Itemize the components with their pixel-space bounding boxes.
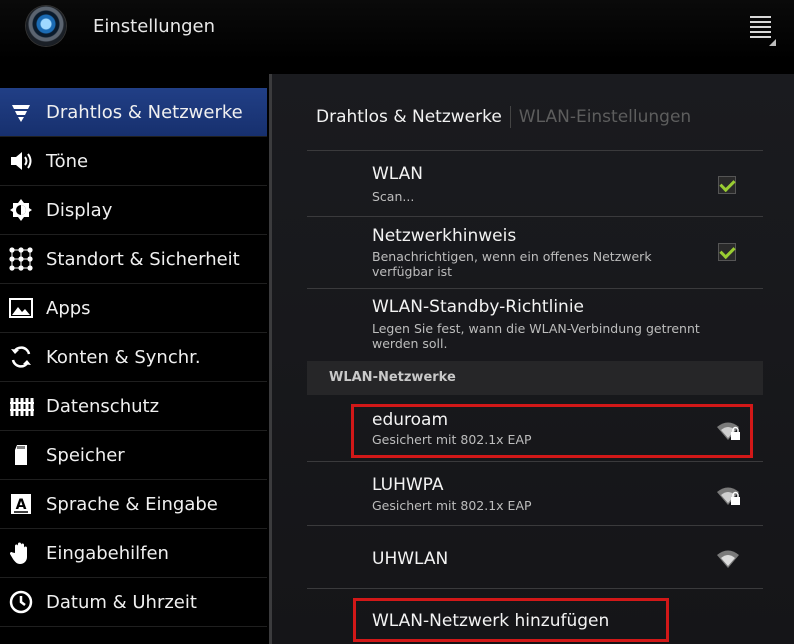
sidebar-item-label: Konten & Synchr. — [46, 346, 201, 368]
wlan-checkbox[interactable] — [718, 176, 736, 194]
sidebar-item-sounds[interactable]: Töne — [0, 137, 267, 186]
grid-dots-icon — [4, 246, 38, 272]
sidebar-item-label: Datum & Uhrzeit — [46, 591, 197, 613]
app-title: Einstellungen — [93, 16, 216, 37]
pref-title: WLAN — [372, 164, 424, 184]
sidebar-item-label: Sprache & Eingabe — [46, 493, 218, 515]
sidebar-item-label: Apps — [46, 297, 91, 319]
highlight-box — [351, 404, 753, 458]
sidebar-item-label: Display — [46, 199, 113, 221]
divider — [307, 150, 763, 151]
sidebar-item-privacy[interactable]: Datenschutz — [0, 382, 267, 431]
sidebar-item-label: Töne — [46, 150, 89, 172]
sidebar-item-accounts-sync[interactable]: Konten & Synchr. — [0, 333, 267, 382]
network-notification-checkbox[interactable] — [718, 243, 736, 261]
svg-text:A: A — [16, 497, 27, 513]
pref-summary: Legen Sie fest, wann die WLAN-Verbindung… — [372, 321, 700, 351]
divider — [307, 288, 763, 289]
divider — [307, 461, 763, 462]
sidebar-item-language-input[interactable]: A Sprache & Eingabe — [0, 480, 267, 529]
sidebar-item-accessibility[interactable]: Eingabehilfen — [0, 529, 267, 578]
overflow-menu-icon[interactable] — [750, 16, 776, 46]
divider — [307, 216, 763, 217]
pref-summary: Scan... — [372, 189, 415, 204]
sidebar-item-wireless[interactable]: Drahtlos & Netzwerke — [0, 88, 267, 137]
breadcrumb-current[interactable]: Drahtlos & Netzwerke — [316, 107, 502, 127]
settings-sidebar: Drahtlos & Netzwerke Töne Display Stando… — [0, 88, 267, 644]
sidebar-item-label: Speicher — [46, 444, 125, 466]
sidebar-item-apps[interactable]: Apps — [0, 284, 267, 333]
wifi-lock-icon — [717, 487, 740, 505]
privacy-icon — [4, 393, 38, 419]
settings-globe-icon[interactable] — [26, 6, 66, 46]
sidebar-item-display[interactable]: Display — [0, 186, 267, 235]
sidebar-item-label: Eingabehilfen — [46, 542, 169, 564]
breadcrumb: Drahtlos & Netzwerke WLAN-Einstellungen — [316, 106, 691, 128]
settings-detail-panel: Drahtlos & Netzwerke WLAN-Einstellungen W… — [269, 74, 794, 644]
hand-icon — [4, 540, 38, 566]
speaker-icon — [4, 148, 38, 174]
section-header: WLAN-Netzwerke — [307, 361, 763, 395]
highlight-box — [353, 598, 669, 642]
action-bar: Einstellungen — [0, 0, 794, 60]
divider — [307, 525, 763, 526]
sidebar-item-label: Standort & Sicherheit — [46, 248, 240, 270]
sidebar-item-label: Drahtlos & Netzwerke — [46, 101, 243, 123]
sidebar-item-location-security[interactable]: Standort & Sicherheit — [0, 235, 267, 284]
brightness-icon — [4, 197, 38, 223]
breadcrumb-sub: WLAN-Einstellungen — [518, 107, 692, 127]
sidebar-item-label: Datenschutz — [46, 395, 160, 417]
divider — [307, 588, 763, 589]
network-name: LUHWPA — [372, 475, 444, 495]
pref-summary: Benachrichtigen, wenn ein offenes Netzwe… — [372, 249, 652, 279]
pref-title: Netzwerkhinweis — [372, 226, 517, 246]
sync-icon — [4, 344, 38, 370]
network-security: Gesichert mit 802.1x EAP — [372, 498, 532, 513]
network-name: UHWLAN — [372, 549, 449, 569]
keyboard-a-icon: A — [4, 491, 38, 517]
section-title: WLAN-Netzwerke — [329, 370, 456, 385]
sidebar-item-date-time[interactable]: Datum & Uhrzeit — [0, 578, 267, 627]
sdcard-icon — [4, 442, 38, 468]
wifi-icon — [717, 550, 739, 568]
sidebar-item-storage[interactable]: Speicher — [0, 431, 267, 480]
clock-icon — [4, 589, 38, 615]
pref-title: WLAN-Standby-Richtlinie — [372, 297, 585, 317]
apps-icon — [4, 295, 38, 321]
wifi-icon — [4, 99, 38, 125]
